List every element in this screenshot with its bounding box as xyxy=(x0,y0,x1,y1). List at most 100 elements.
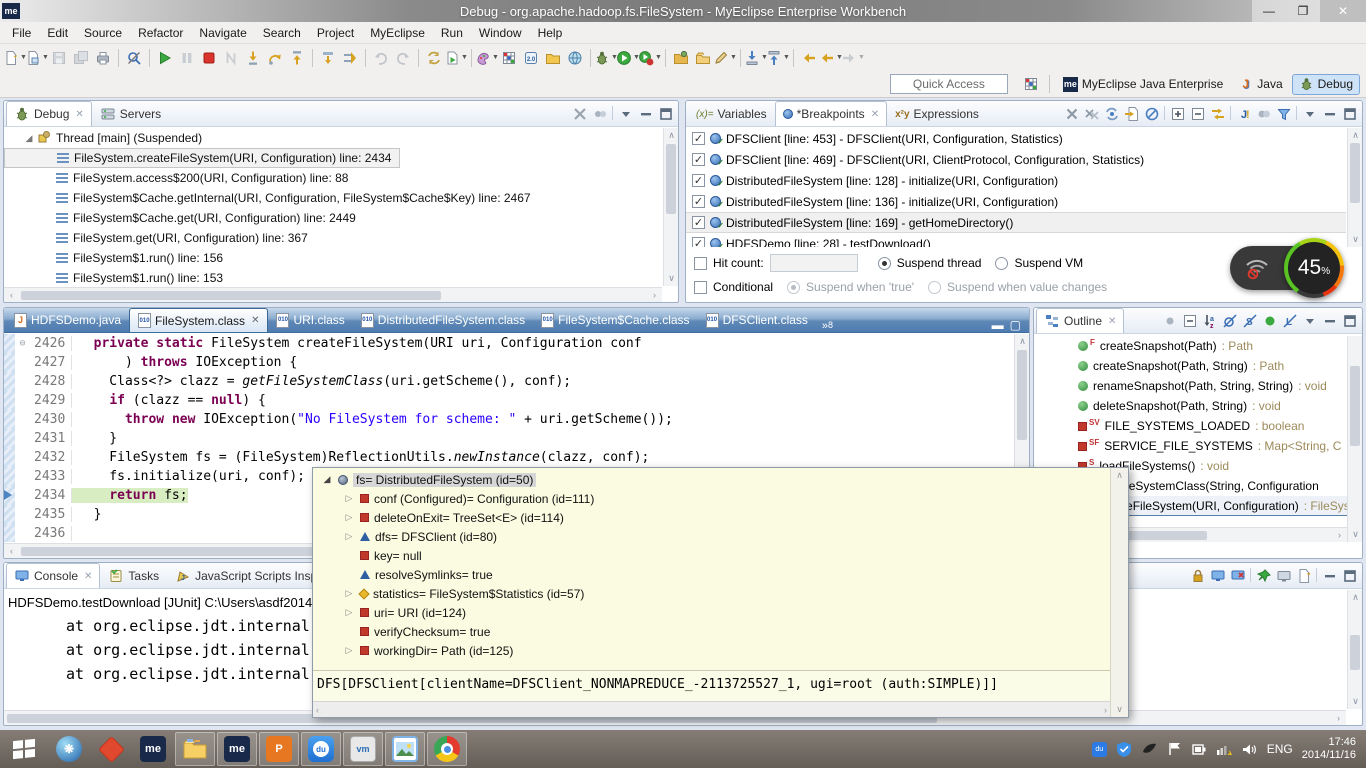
code-line[interactable]: 2428 Class<?> clazz = getFileSystemClass… xyxy=(4,372,1013,391)
group-by-button[interactable] xyxy=(1254,105,1273,123)
outline-item[interactable]: deleteSnapshot(Path, String) : void xyxy=(1034,396,1347,416)
popup-variable-row[interactable]: key= null xyxy=(313,546,1110,565)
taskbar-myeclipse[interactable]: me xyxy=(217,732,257,766)
menu-window[interactable]: Window xyxy=(471,24,530,42)
annotate-button[interactable]: ▼ xyxy=(714,47,736,69)
run-server-button[interactable]: ▼ xyxy=(445,47,467,69)
remove-all-breakpoints-button[interactable] xyxy=(1082,105,1101,123)
pause-button[interactable] xyxy=(176,47,198,69)
pin-console-button[interactable] xyxy=(1254,567,1273,585)
editor-tab-hdfsdemojava[interactable]: JHDFSDemo.java xyxy=(6,308,129,332)
popup-variable-row[interactable]: ▷deleteOnExit= TreeSet<E> (id=114) xyxy=(313,508,1110,527)
palette-button[interactable]: ▼ xyxy=(476,47,498,69)
breakpoints-vertical-scrollbar[interactable]: ∧ ∨ xyxy=(1347,128,1362,247)
tab-javascriptscriptsinsp[interactable]: JJavaScript Scripts Insp xyxy=(167,563,325,588)
tab-expressions[interactable]: x²yExpressions xyxy=(887,101,987,126)
use-step-filters-button[interactable] xyxy=(339,47,361,69)
outline-item[interactable]: renameSnapshot(Path, String, String) : v… xyxy=(1034,376,1347,396)
variable-detail-pane[interactable]: DFS[DFSClient[clientName=DFSClient_NONMA… xyxy=(313,670,1110,701)
taskbar-vmware[interactable]: vm xyxy=(343,732,383,766)
editor-tab-filesystemcacheclass[interactable]: 010FileSystem$Cache.class xyxy=(533,308,697,332)
outline-item[interactable]: SFSERVICE_FILE_SYSTEMS : Map<String, C xyxy=(1034,436,1347,456)
show-public-button[interactable] xyxy=(1260,312,1279,330)
breakpoint-checkbox[interactable]: ✓ xyxy=(692,153,705,166)
suspend-vm-radio[interactable] xyxy=(995,257,1008,270)
conditional-checkbox[interactable] xyxy=(694,281,707,294)
taskbar-git[interactable] xyxy=(91,732,131,766)
expander-icon[interactable]: ▷ xyxy=(343,645,355,656)
perspective-debug[interactable]: Debug xyxy=(1292,74,1360,95)
forward-button[interactable]: ▼ xyxy=(842,47,864,69)
editor-tab-distributedfilesystemclass[interactable]: 010DistributedFileSystem.class xyxy=(353,308,533,332)
minimize-editor-button[interactable]: ▬ xyxy=(992,318,1004,332)
stack-frame[interactable]: FileSystem$Cache.getInternal(URI, Config… xyxy=(4,188,662,208)
menu-refactor[interactable]: Refactor xyxy=(130,24,191,42)
filter-button[interactable] xyxy=(1274,105,1293,123)
minimize-button[interactable] xyxy=(636,105,655,123)
popup-variable-row[interactable]: ▷dfs= DFSClient (id=80) xyxy=(313,527,1110,546)
start-button[interactable] xyxy=(0,730,48,768)
editor-tab-uriclass[interactable]: 010URI.class xyxy=(268,308,352,332)
breakpoint-checkbox[interactable]: ✓ xyxy=(692,132,705,145)
skip-all-breakpoints-button[interactable] xyxy=(1142,105,1161,123)
menu-edit[interactable]: Edit xyxy=(39,24,76,42)
minimize-button[interactable] xyxy=(1320,312,1339,330)
debug-button[interactable]: ▼ xyxy=(595,47,617,69)
tab-breakpoints[interactable]: *Breakpoints✕ xyxy=(775,101,887,126)
taskbar-chrome[interactable] xyxy=(427,732,467,766)
expander-icon[interactable]: ▷ xyxy=(343,588,355,599)
popup-variable-row[interactable]: ▷statistics= FileSystem$Statistics (id=5… xyxy=(313,584,1110,603)
quick-access-box[interactable]: Quick Access xyxy=(890,74,1008,94)
volume-icon[interactable] xyxy=(1241,741,1258,758)
tab-tasks[interactable]: Tasks xyxy=(100,563,167,588)
display-selected-console-button[interactable] xyxy=(1274,567,1293,585)
resume-button[interactable] xyxy=(154,47,176,69)
focus-button[interactable] xyxy=(1160,312,1179,330)
code-line[interactable]: ⊖2426 private static FileSystem createFi… xyxy=(4,334,1013,353)
close-tab-icon[interactable]: ✕ xyxy=(251,315,259,326)
taskbar-network-app[interactable]: ❋ xyxy=(49,732,89,766)
lock-scroll-button[interactable] xyxy=(1188,567,1207,585)
menu-run[interactable]: Run xyxy=(433,24,471,42)
popup-variable-row[interactable]: ▷uri= URI (id=124) xyxy=(313,603,1110,622)
thread-item[interactable]: ◢Thread [main] (Suspended) xyxy=(4,128,662,148)
view-menu-button[interactable] xyxy=(1300,105,1319,123)
undo-button[interactable] xyxy=(370,47,392,69)
fold-marker[interactable]: ⊖ xyxy=(15,338,30,349)
breakpoint-row[interactable]: ✓DFSClient [line: 469] - DFSClient(URI, … xyxy=(686,149,1346,170)
code-line[interactable]: 2432 FileSystem fs = (FileSystem)Reflect… xyxy=(4,448,1013,467)
minimize-button[interactable] xyxy=(1320,567,1339,585)
save-button[interactable] xyxy=(48,47,70,69)
link-with-debug-button[interactable] xyxy=(1208,105,1227,123)
open-folder-button[interactable] xyxy=(542,47,564,69)
flag-icon[interactable] xyxy=(1166,741,1183,758)
dropdown-arrow-icon[interactable]: ▼ xyxy=(858,54,865,61)
open-perspective-button[interactable] xyxy=(1020,73,1042,95)
drop-to-frame-button[interactable] xyxy=(317,47,339,69)
sort-az-button[interactable]: az xyxy=(1200,312,1219,330)
close-button[interactable]: ✕ xyxy=(1320,0,1366,22)
maximize-button[interactable] xyxy=(656,105,675,123)
stack-frame[interactable]: FileSystem.access$200(URI, Configuration… xyxy=(4,168,662,188)
close-tab-icon[interactable]: ✕ xyxy=(1108,316,1116,327)
suspend-true-radio[interactable] xyxy=(787,281,800,294)
popup-variable-root[interactable]: ◢fs= DistributedFileSystem (id=50) xyxy=(313,470,1110,489)
shield-icon[interactable] xyxy=(1116,741,1133,758)
disconnect-button[interactable] xyxy=(220,47,242,69)
open-console-button[interactable] xyxy=(1294,567,1313,585)
toggle-mark-occurrences-button[interactable] xyxy=(123,47,145,69)
tab-outline[interactable]: Outline✕ xyxy=(1036,308,1124,333)
close-tab-icon[interactable]: ✕ xyxy=(75,109,83,120)
view-menu-button[interactable] xyxy=(616,105,635,123)
breakpoint-checkbox[interactable]: ✓ xyxy=(692,195,705,208)
show-grid-button[interactable] xyxy=(498,47,520,69)
step-return-button[interactable] xyxy=(286,47,308,69)
debug-horizontal-scrollbar[interactable]: ‹ › xyxy=(4,287,662,302)
expander-icon[interactable]: ▷ xyxy=(343,493,355,504)
hit-count-checkbox[interactable] xyxy=(694,257,707,270)
stack-frame[interactable]: FileSystem$Cache.get(URI, Configuration)… xyxy=(4,208,662,228)
network-warning-icon[interactable]: ! xyxy=(1216,741,1233,758)
tab-debug[interactable]: Debug✕ xyxy=(6,101,92,126)
save-all-button[interactable] xyxy=(70,47,92,69)
collapse-all-button[interactable] xyxy=(1188,105,1207,123)
